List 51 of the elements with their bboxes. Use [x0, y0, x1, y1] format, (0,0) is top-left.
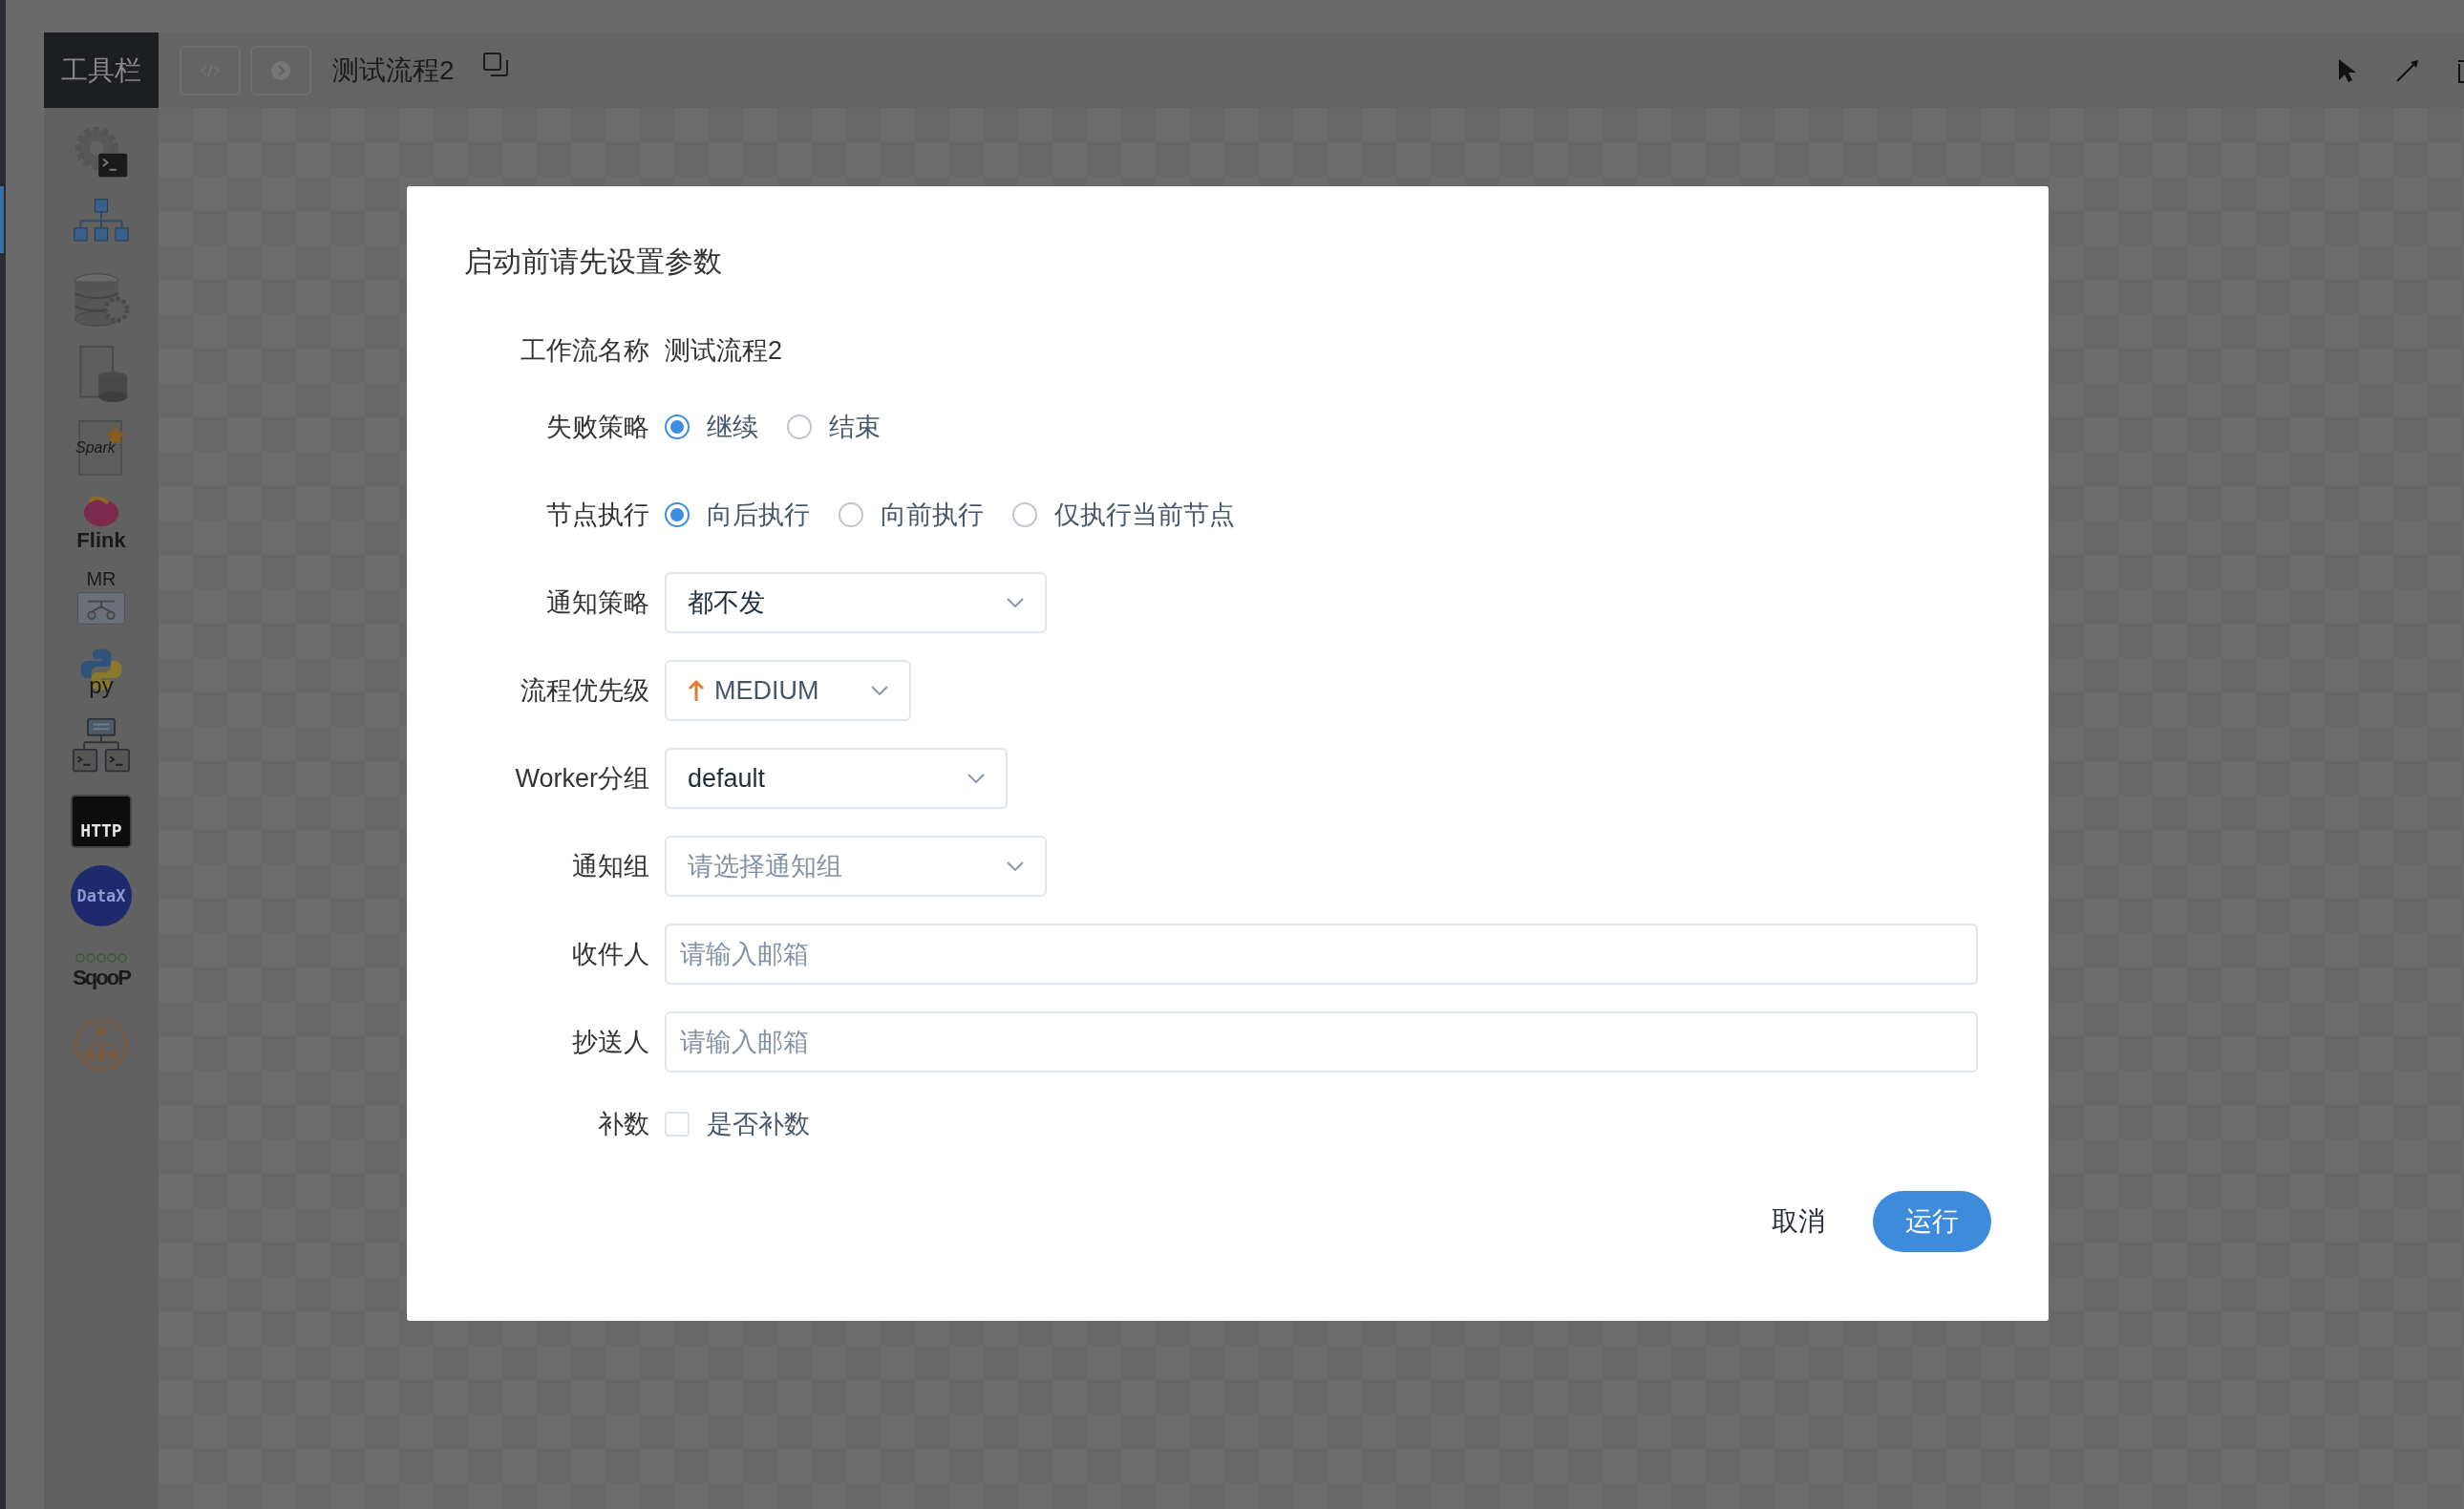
- checkbox-option[interactable]: 是否补数: [665, 1104, 810, 1144]
- field-label: 流程优先级: [520, 674, 650, 707]
- select-field[interactable]: MEDIUM: [665, 660, 911, 721]
- chevron-down-icon: [871, 685, 888, 696]
- arrow-up-icon: [688, 679, 705, 702]
- field-label: 补数: [597, 1108, 650, 1140]
- flowchart-circle-icon[interactable]: [72, 1015, 131, 1074]
- pointer-icon[interactable]: [2338, 57, 2357, 83]
- python-logo-text: py: [89, 674, 114, 697]
- arrow-line-icon[interactable]: [2395, 57, 2420, 83]
- run-button[interactable]: 运行: [1873, 1191, 1991, 1252]
- radio-option[interactable]: 向后执行: [665, 495, 810, 535]
- radio-button[interactable]: [665, 502, 690, 527]
- radio-button[interactable]: [1012, 502, 1037, 527]
- flink-logo-text: Flink: [76, 530, 126, 551]
- mr-logo-text: MR: [86, 569, 117, 588]
- chevron-down-icon: [967, 773, 985, 784]
- database-gear-icon[interactable]: [72, 270, 131, 329]
- http-logo[interactable]: HTTP: [71, 795, 132, 848]
- field-label: 抄送人: [571, 1026, 650, 1058]
- checkbox[interactable]: [665, 1112, 690, 1137]
- field-label: 失败策略: [545, 411, 650, 443]
- radio-button[interactable]: [839, 502, 863, 527]
- copy-icon[interactable]: [482, 52, 508, 77]
- toolbar-title: 工具栏: [44, 32, 159, 108]
- trash-icon[interactable]: [2458, 57, 2464, 83]
- radio-option[interactable]: 仅执行当前节点: [1012, 495, 1235, 535]
- cancel-button[interactable]: 取消: [1747, 1191, 1850, 1252]
- select-field[interactable]: 都不发: [665, 572, 1047, 633]
- select-field[interactable]: default: [665, 748, 1008, 809]
- datax-logo[interactable]: DataX: [71, 865, 132, 926]
- field-label: 通知策略: [545, 586, 650, 619]
- input-field[interactable]: 请输入邮箱: [665, 1011, 1978, 1073]
- field-label: 工作流名称: [520, 334, 650, 367]
- field-label: 节点执行: [545, 499, 650, 531]
- chevron-down-icon: [1007, 861, 1024, 872]
- chevron-down-icon: [1007, 597, 1024, 608]
- field-value: 测试流程2: [665, 334, 783, 367]
- radio-button[interactable]: [665, 414, 690, 439]
- field-label: Worker分组: [514, 762, 650, 795]
- radio-option[interactable]: 向前执行: [839, 495, 984, 535]
- rings-icon: [74, 952, 128, 964]
- field-label: 收件人: [571, 938, 650, 970]
- input-field[interactable]: 请输入邮箱: [665, 924, 1978, 985]
- spark-logo-text: Spark: [75, 440, 116, 456]
- radio-option[interactable]: 结束: [787, 407, 881, 447]
- radio-button[interactable]: [787, 414, 812, 439]
- radio-option[interactable]: 继续: [665, 407, 758, 447]
- dialog-title: 启动前请先设置参数: [464, 244, 723, 276]
- workflow-title: 测试流程2: [332, 53, 455, 87]
- field-label: 通知组: [571, 850, 650, 882]
